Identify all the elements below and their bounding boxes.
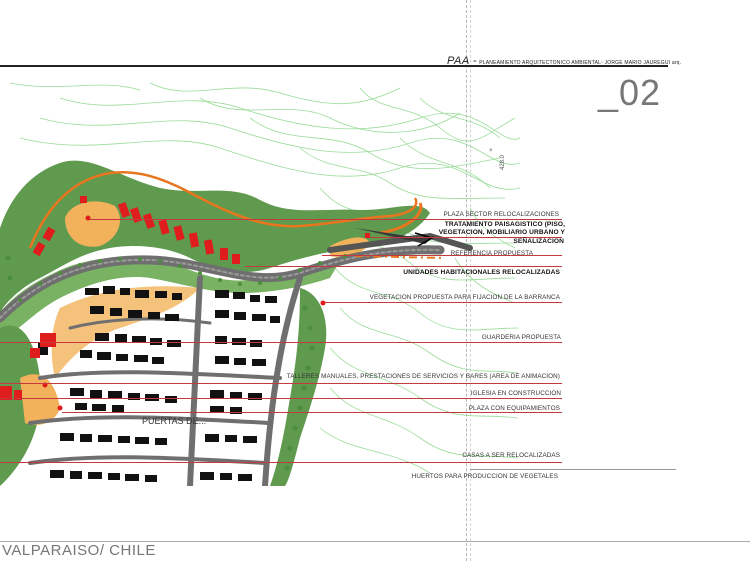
leader-line	[0, 383, 562, 384]
legend-item: TALLERES MANUALES, PRESTACIONES DE SERVI…	[286, 373, 560, 380]
legend-item: PLAZA SECTOR RELOCALIZACIONES	[443, 211, 559, 218]
elevation-label: 428.0	[500, 154, 506, 170]
city-title: VALPARAISO/ CHILE	[2, 542, 156, 559]
legend-item: REFERENCIA PROPUESTA	[450, 250, 533, 257]
legend-item: VEGETACION PROPUESTA PARA FIJACION DE LA…	[369, 294, 560, 301]
leader-line	[62, 412, 562, 413]
leader-line	[90, 219, 562, 220]
leader-line	[0, 342, 562, 343]
legend-item: VEGETACION, MOBILIARIO URBANO Y	[438, 229, 565, 236]
legend-item: CASAS A SER RELOCALIZADAS	[462, 452, 560, 459]
legend-item: HUERTOS PARA PRODUCCION DE VEGETALES	[411, 473, 558, 480]
north-mark: ×	[489, 148, 493, 154]
page-number: _02	[598, 72, 662, 113]
leader-line	[245, 266, 562, 267]
legend-item: SEÑALIZACION	[513, 238, 564, 245]
legend-item: IGLESIA EN CONSTRUCCION	[470, 390, 561, 397]
legend-item: GUARDERIA PROPUESTA	[481, 334, 561, 341]
leader-line	[0, 462, 562, 463]
site-plan-map: PUERTAS DE...	[0, 82, 520, 486]
leader-line	[325, 302, 562, 303]
legend-item: PLAZA CON EQUIPAMIENTOS	[468, 405, 560, 412]
legend-rule	[470, 469, 676, 470]
legend-item: TRATAMIENTO PAISAGISTICO (PISO,	[444, 221, 565, 228]
leader-line	[0, 398, 562, 399]
header-rule	[0, 65, 668, 67]
legend-item: UNIDADES HABITACIONALES RELOCALIZADAS	[403, 269, 560, 276]
neighborhood-label: PUERTAS DE...	[142, 416, 206, 426]
